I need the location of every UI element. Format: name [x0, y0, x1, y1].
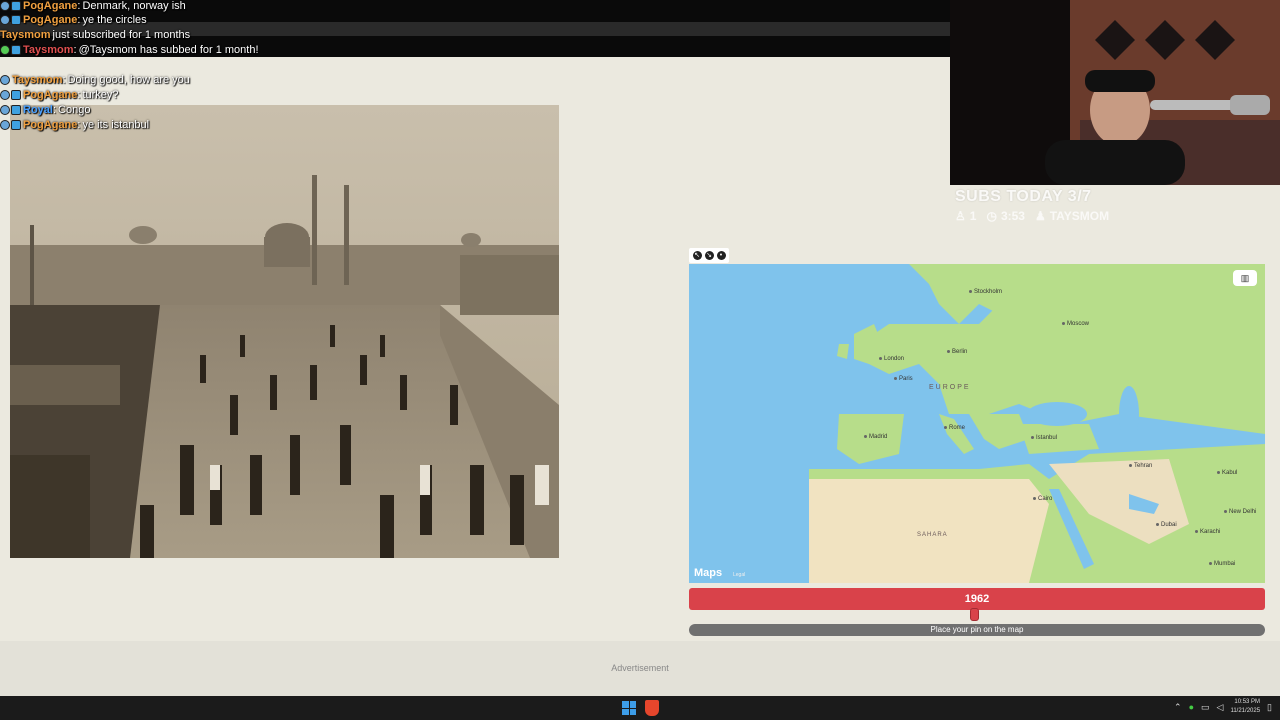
- map-city: Cairo: [1033, 496, 1052, 502]
- shrink-icon[interactable]: ↘: [704, 251, 714, 260]
- map-city: Tehran: [1129, 463, 1152, 469]
- map-city: London: [879, 356, 904, 362]
- chat-text: Congo: [58, 103, 91, 116]
- map-city: Mumbai: [1209, 561, 1235, 567]
- map-city: Istanbul: [1031, 435, 1057, 441]
- map-layers-button[interactable]: ▥: [1233, 270, 1257, 286]
- stat-time: 3:53: [1000, 209, 1025, 223]
- maps-logo: Maps: [694, 567, 723, 579]
- chevron-up-icon[interactable]: ⌃: [1174, 702, 1182, 713]
- network-icon[interactable]: ▭: [1201, 702, 1210, 713]
- year-slider-handle[interactable]: [970, 608, 979, 621]
- map-city: Stockholm: [969, 289, 1002, 295]
- chat-username: PogAgane: [23, 13, 78, 26]
- stat-count: 1: [969, 209, 977, 223]
- chat-text: ye the circles: [82, 13, 147, 26]
- chat-username: Royal: [23, 103, 53, 116]
- map-city: Kabul: [1217, 470, 1237, 476]
- map-city: New Delhi: [1224, 509, 1256, 515]
- maps-legal-link[interactable]: Legal: [733, 572, 745, 578]
- chat-username: PogAgane: [23, 0, 78, 12]
- chat-text: Denmark, norway ish: [82, 0, 186, 12]
- chat-message: Taysmom: Doing good, how are you: [0, 72, 190, 87]
- chat-text: @Taysmom has subbed for 1 month!: [78, 43, 259, 56]
- windows-start-icon[interactable]: [622, 701, 636, 715]
- webcam-feed: [950, 0, 1280, 185]
- place-pin-button[interactable]: Place your pin on the map: [689, 624, 1265, 636]
- chat-message: Royal: Congo: [0, 102, 90, 117]
- chat-message: Taysmom just subscribed for 1 months: [0, 27, 190, 42]
- map-region-label: SAHARA: [917, 532, 948, 538]
- chat-username: Taysmom: [12, 73, 63, 86]
- user-icon: ♟: [1034, 209, 1046, 223]
- chat-text: turkey?: [82, 88, 119, 101]
- map-city: Paris: [894, 376, 913, 382]
- advertisement-label: Advertisement: [611, 663, 669, 673]
- map-city: Karachi: [1195, 529, 1220, 535]
- map-size-controls[interactable]: ↖ ↘ •: [689, 248, 729, 263]
- map-city: Madrid: [864, 434, 887, 440]
- chat-text: Doing good, how are you: [67, 73, 190, 86]
- subs-today-label: SUBS TODAY 3/7: [955, 188, 1092, 205]
- map-city: Berlin: [947, 349, 967, 355]
- chat-username: Taysmom: [23, 43, 74, 56]
- map-region-label: EUROPE: [929, 384, 971, 391]
- person-icon: ♙: [955, 209, 966, 223]
- stat-subs: ♙ 1: [955, 209, 976, 223]
- clock-time: 10:53 PM: [1234, 699, 1261, 705]
- chat-message: Taysmom: @Taysmom has subbed for 1 month…: [0, 42, 259, 57]
- layers-icon: ▥: [1240, 273, 1250, 283]
- chat-message: PogAgane: turkey?: [0, 87, 119, 102]
- pin-icon[interactable]: •: [716, 251, 726, 260]
- year-value: 1962: [964, 593, 990, 605]
- chat-username: PogAgane: [23, 88, 78, 101]
- map-city: Moscow: [1062, 321, 1089, 327]
- chat-text: ye its istanbul: [82, 118, 150, 131]
- ad-band: Advertisement: [0, 641, 1280, 696]
- year-slider[interactable]: 1962: [689, 588, 1265, 610]
- chat-message: PogAgane: ye its istanbul: [0, 117, 149, 132]
- chat-text: just subscribed for 1 months: [52, 28, 191, 41]
- chat-message: PogAgane: ye the circles: [0, 12, 147, 27]
- clock-date: 11/21/2025: [1230, 708, 1261, 714]
- chat-username: PogAgane: [23, 118, 78, 131]
- brave-browser-icon[interactable]: [645, 700, 659, 716]
- expand-icon[interactable]: ↖: [692, 251, 702, 260]
- stat-user: TAYSMOM: [1049, 209, 1110, 223]
- stat-latest: ♟ TAYSMOM: [1035, 209, 1109, 223]
- taskbar: ⌃ ● ▭ ◁ 10:53 PM 11/21/2025 ▯: [0, 696, 1280, 720]
- guess-map[interactable]: EUROPE SAHARA Stockholm Moscow London Be…: [689, 264, 1265, 583]
- notification-icon[interactable]: ▯: [1267, 702, 1272, 713]
- stream-stats: ♙ 1 ◷ 3:53 ♟ TAYSMOM: [955, 209, 1109, 223]
- round-photo: [10, 105, 559, 558]
- timer-icon: ◷: [986, 209, 997, 223]
- volume-icon[interactable]: ◁: [1217, 702, 1224, 713]
- stat-timer: ◷ 3:53: [986, 209, 1025, 223]
- map-city: Dubai: [1156, 522, 1177, 528]
- map-city: Rome: [944, 425, 965, 431]
- system-tray: ⌃ ● ▭ ◁ 10:53 PM 11/21/2025 ▯: [1174, 698, 1272, 716]
- microphone-icon[interactable]: ●: [1189, 702, 1194, 712]
- chat-username: Taysmom: [0, 28, 51, 41]
- clock[interactable]: 10:53 PM 11/21/2025: [1230, 698, 1260, 716]
